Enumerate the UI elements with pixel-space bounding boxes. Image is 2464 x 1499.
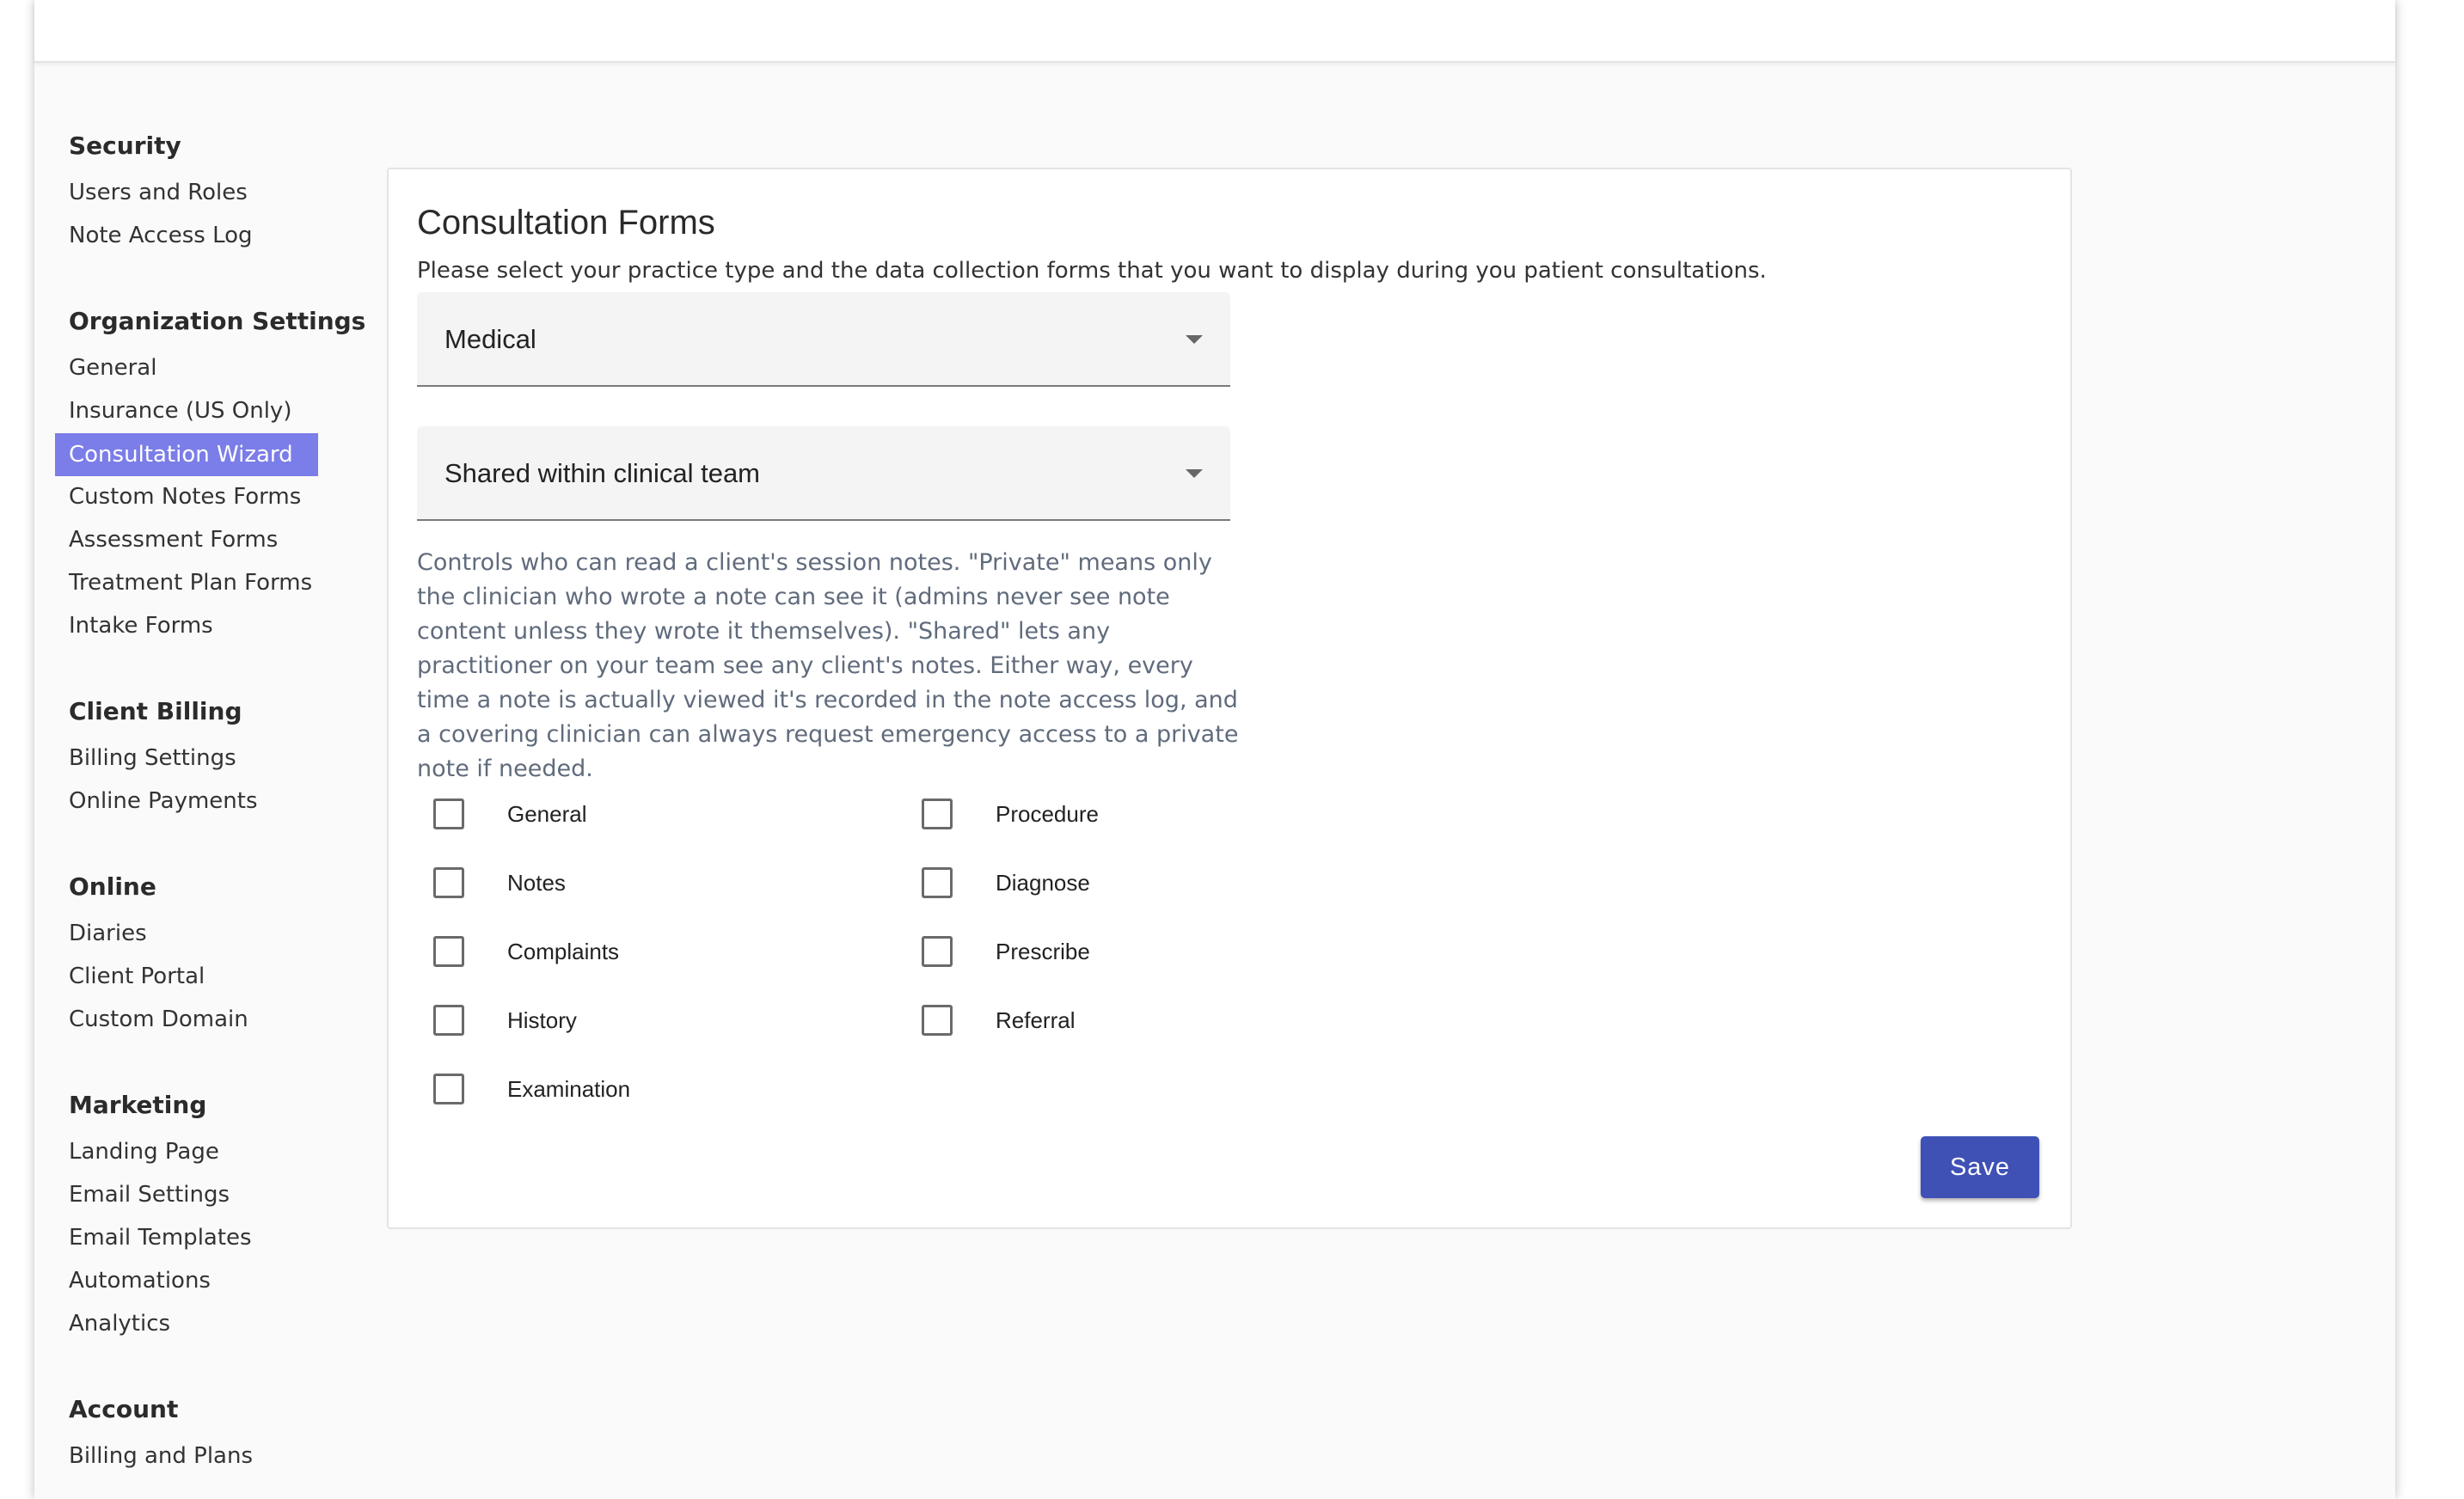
form-checkbox-notes[interactable]: Notes xyxy=(433,866,566,900)
sidebar-item-treatment-plan-forms[interactable]: Treatment Plan Forms xyxy=(55,561,318,604)
sidebar-item-email-settings[interactable]: Email Settings xyxy=(55,1173,318,1216)
sidebar-item-insurance[interactable]: Insurance (US Only) xyxy=(55,389,318,432)
sidebar-item-users-and-roles[interactable]: Users and Roles xyxy=(55,171,318,214)
sidebar-item-billing-and-plans[interactable]: Billing and Plans xyxy=(55,1435,318,1478)
sidebar-item-analytics[interactable]: Analytics xyxy=(55,1302,318,1345)
sidebar-heading-online: Online xyxy=(69,872,156,901)
sidebar-item-client-portal[interactable]: Client Portal xyxy=(55,955,318,998)
form-checkbox-complaints[interactable]: Complaints xyxy=(433,934,619,969)
sidebar-item-billing-settings[interactable]: Billing Settings xyxy=(55,737,318,780)
sidebar-item-custom-notes-forms[interactable]: Custom Notes Forms xyxy=(55,475,318,518)
note-sharing-value: Shared within clinical team xyxy=(444,458,761,488)
checkbox[interactable] xyxy=(433,1074,464,1104)
checkbox-label: Notes xyxy=(507,869,566,896)
form-checkbox-examination[interactable]: Examination xyxy=(433,1072,630,1106)
page-description: Please select your practice type and the… xyxy=(417,258,1767,284)
checkbox-label: Referral xyxy=(996,1006,1076,1033)
consultation-forms-card: Consultation Forms Please select your pr… xyxy=(387,168,2072,1229)
checkbox[interactable] xyxy=(433,867,464,898)
form-checkbox-history[interactable]: History xyxy=(433,1003,577,1037)
checkbox-label: General xyxy=(507,800,587,827)
sidebar-item-assessment-forms[interactable]: Assessment Forms xyxy=(55,518,318,561)
save-button[interactable]: Save xyxy=(1921,1136,2039,1198)
checkbox-label: Diagnose xyxy=(996,869,1090,896)
form-checkbox-referral[interactable]: Referral xyxy=(922,1003,1075,1037)
form-checkbox-procedure[interactable]: Procedure xyxy=(922,797,1099,831)
checkbox[interactable] xyxy=(433,798,464,829)
form-checkbox-general[interactable]: General xyxy=(433,797,587,831)
settings-page: Security Users and Roles Note Access Log… xyxy=(34,0,2395,1499)
sidebar-item-custom-domain[interactable]: Custom Domain xyxy=(55,998,318,1041)
note-sharing-select[interactable]: Shared within clinical team xyxy=(417,426,1230,521)
sidebar-item-general[interactable]: General xyxy=(55,346,318,389)
checkbox[interactable] xyxy=(433,936,464,967)
sidebar-item-email-templates[interactable]: Email Templates xyxy=(55,1216,318,1259)
checkbox-label: Procedure xyxy=(996,800,1099,827)
chevron-down-icon xyxy=(1186,469,1203,478)
checkbox-label: Complaints xyxy=(507,938,620,964)
top-bar xyxy=(34,0,2395,63)
sidebar-heading-client-billing: Client Billing xyxy=(69,697,242,725)
form-checkbox-diagnose[interactable]: Diagnose xyxy=(922,866,1090,900)
sidebar-heading-organization-settings: Organization Settings xyxy=(69,307,366,335)
checkbox-label: Prescribe xyxy=(996,938,1090,964)
form-checkbox-prescribe[interactable]: Prescribe xyxy=(922,934,1090,969)
sidebar-heading-marketing: Marketing xyxy=(69,1091,207,1119)
sidebar-item-intake-forms[interactable]: Intake Forms xyxy=(55,604,318,647)
checkbox-label: Examination xyxy=(507,1075,631,1102)
sidebar-item-automations[interactable]: Automations xyxy=(55,1259,318,1302)
checkbox[interactable] xyxy=(433,1005,464,1036)
practice-type-select[interactable]: Medical xyxy=(417,292,1230,387)
sidebar-item-online-payments[interactable]: Online Payments xyxy=(55,780,318,823)
checkbox[interactable] xyxy=(922,867,953,898)
checkbox-label: History xyxy=(507,1006,577,1033)
page-title: Consultation Forms xyxy=(417,204,715,242)
checkbox[interactable] xyxy=(922,1005,953,1036)
sidebar-item-diaries[interactable]: Diaries xyxy=(55,912,318,955)
chevron-down-icon xyxy=(1186,335,1203,344)
sidebar-item-consultation-wizard[interactable]: Consultation Wizard xyxy=(55,433,318,476)
sidebar-item-note-access-log[interactable]: Note Access Log xyxy=(55,214,318,257)
sidebar-item-landing-page[interactable]: Landing Page xyxy=(55,1130,318,1173)
sidebar-heading-account: Account xyxy=(69,1395,179,1423)
practice-type-value: Medical xyxy=(444,324,536,354)
note-sharing-help-text: Controls who can read a client's session… xyxy=(417,549,1239,782)
checkbox[interactable] xyxy=(922,798,953,829)
checkbox[interactable] xyxy=(922,936,953,967)
sidebar-heading-security: Security xyxy=(69,132,181,160)
